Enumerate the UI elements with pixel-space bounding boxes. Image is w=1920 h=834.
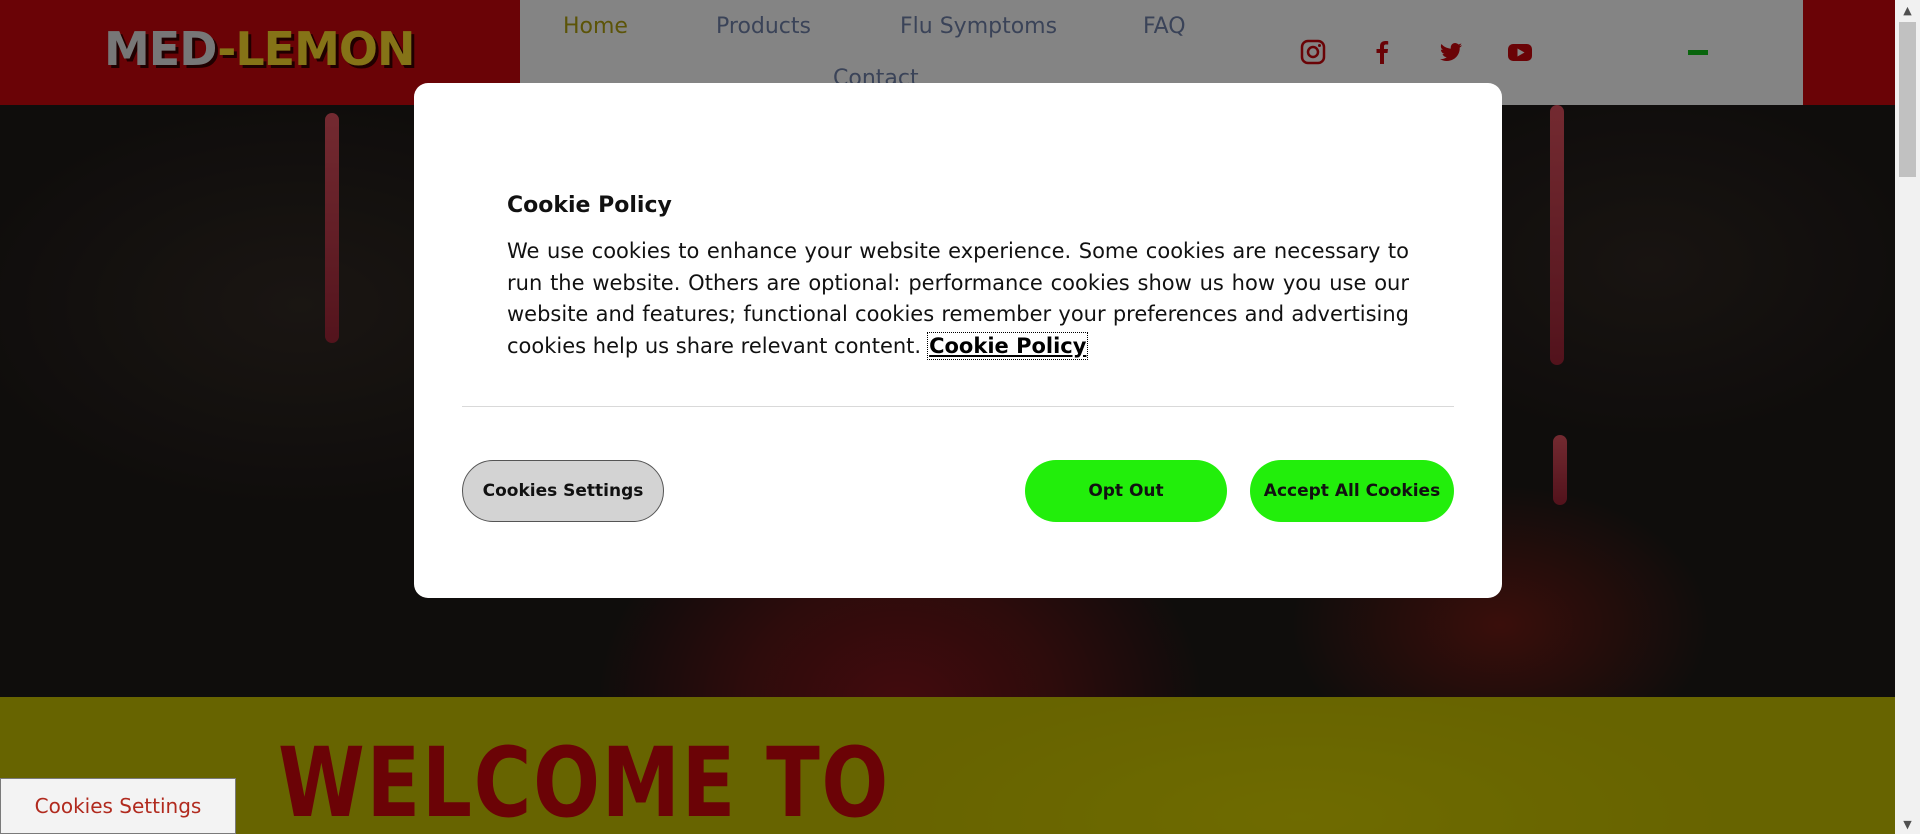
scrollbar-thumb[interactable]: [1899, 22, 1916, 177]
cookies-settings-button[interactable]: Cookies Settings: [462, 460, 664, 522]
floating-cookies-settings-button[interactable]: Cookies Settings: [0, 778, 236, 834]
cookie-policy-dialog: Cookie Policy We use cookies to enhance …: [414, 83, 1502, 598]
scroll-down-arrow-icon[interactable]: ▼: [1895, 814, 1920, 834]
cookie-policy-link[interactable]: Cookie Policy: [927, 331, 1089, 360]
accept-all-cookies-button[interactable]: Accept All Cookies: [1250, 460, 1454, 522]
page-scrollbar[interactable]: ▲ ▼: [1895, 0, 1920, 834]
page: MED-LEMON Home Products Flu Symptoms FAQ…: [0, 0, 1920, 834]
cookie-dialog-body: We use cookies to enhance your website e…: [507, 236, 1409, 362]
scroll-up-arrow-icon[interactable]: ▲: [1895, 0, 1920, 20]
cookie-dialog-title: Cookie Policy: [507, 193, 672, 218]
opt-out-button[interactable]: Opt Out: [1025, 460, 1227, 522]
dialog-divider: [462, 406, 1454, 407]
website-content: MED-LEMON Home Products Flu Symptoms FAQ…: [0, 0, 1895, 834]
